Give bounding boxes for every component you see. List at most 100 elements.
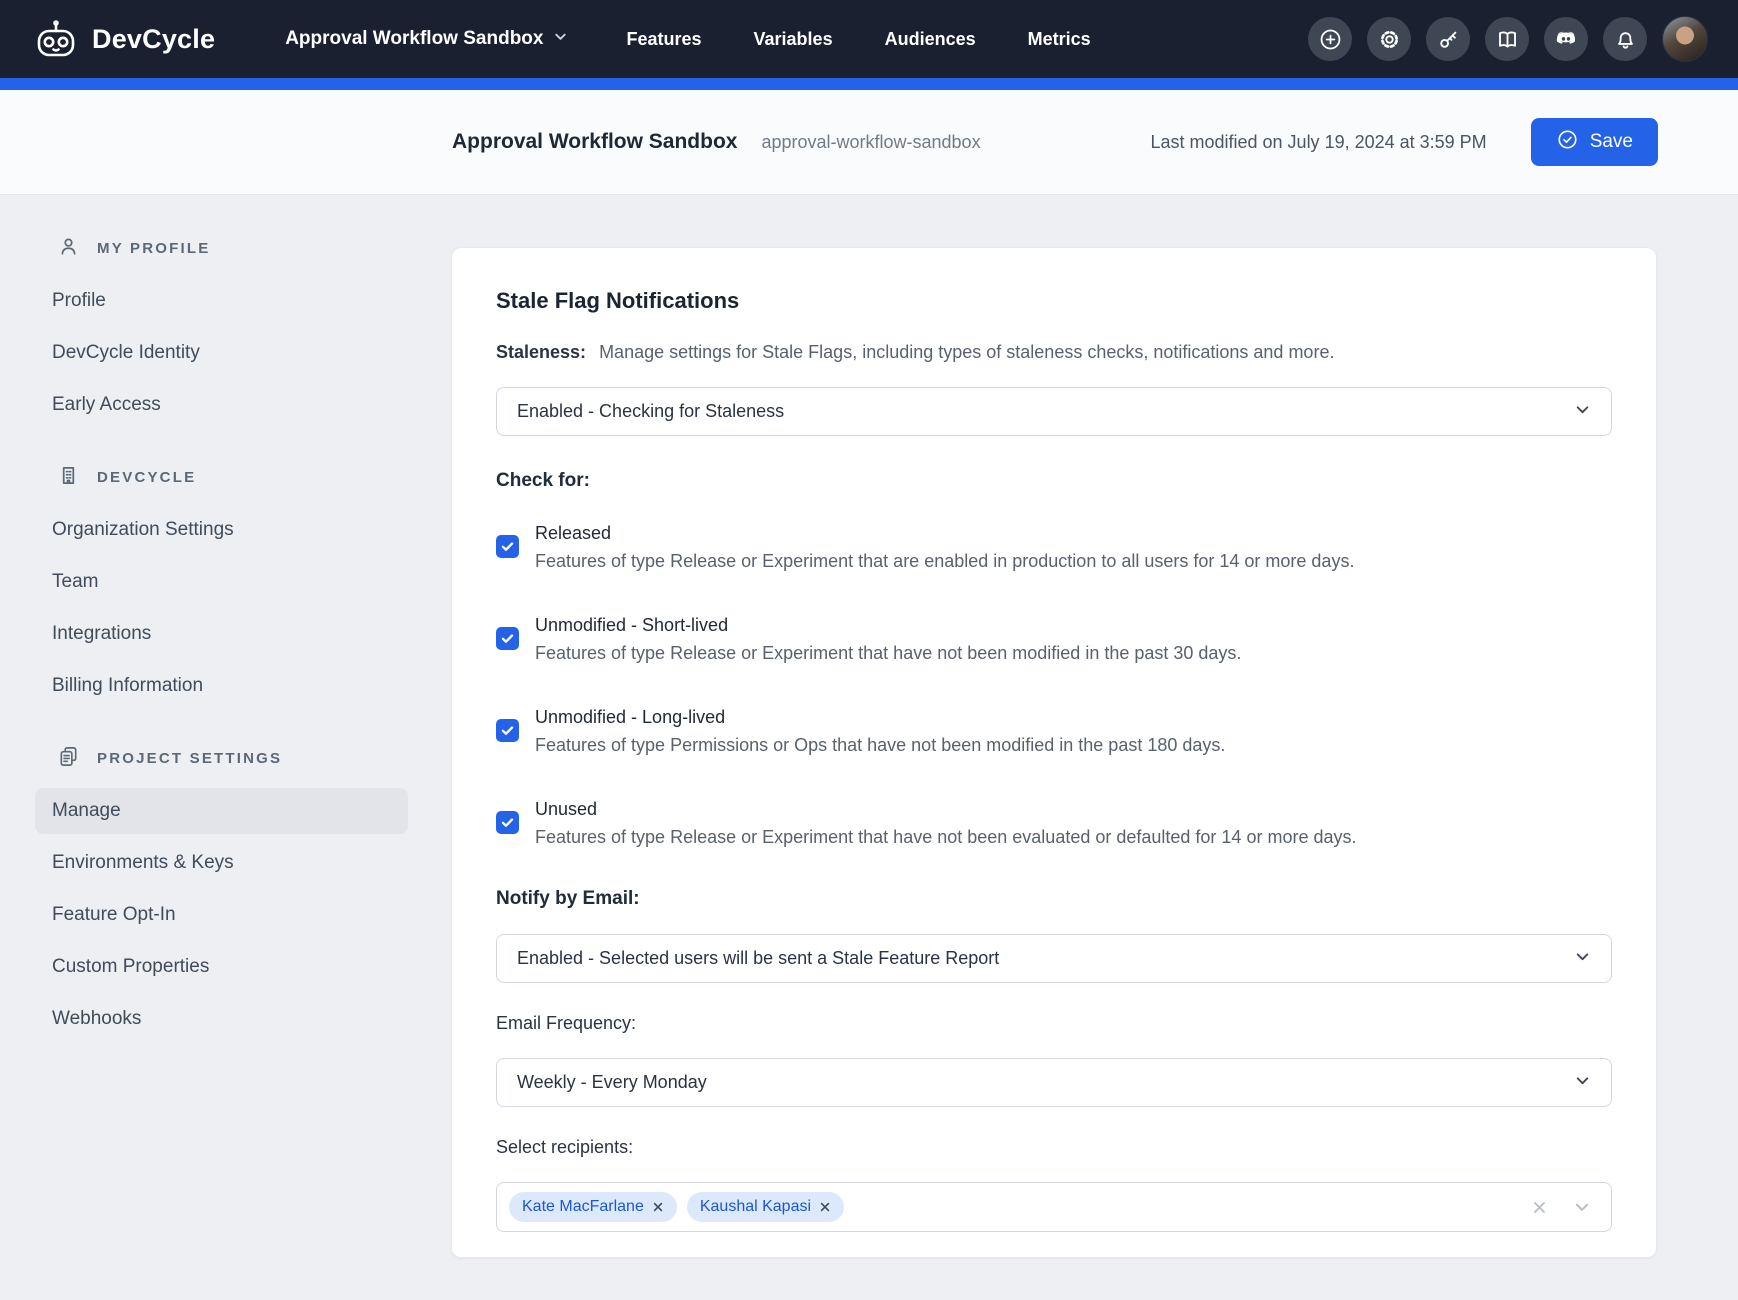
check-label: Unused bbox=[535, 796, 1357, 822]
notify-by-email-select[interactable]: Enabled - Selected users will be sent a … bbox=[496, 934, 1612, 983]
project-selector-dropdown[interactable]: Approval Workflow Sandbox bbox=[285, 28, 568, 50]
sidebar-item-organization-settings[interactable]: Organization Settings bbox=[35, 507, 408, 553]
sidebar-item-billing-information[interactable]: Billing Information bbox=[35, 663, 408, 709]
unused-checkbox[interactable] bbox=[496, 811, 519, 834]
gear-icon bbox=[1377, 27, 1402, 52]
person-icon bbox=[57, 235, 80, 262]
check-row-unmodified-long-lived: Unmodified - Long-lived Features of type… bbox=[496, 704, 1612, 758]
sidebar-section-header: MY PROFILE bbox=[35, 225, 408, 272]
devcycle-robot-logo-icon bbox=[33, 18, 79, 60]
nav-link-features[interactable]: Features bbox=[626, 29, 701, 50]
sidebar-section-my-profile: MY PROFILE Profile DevCycle Identity Ear… bbox=[35, 225, 408, 428]
check-row-unmodified-short-lived: Unmodified - Short-lived Features of typ… bbox=[496, 612, 1612, 666]
sidebar-section-devcycle: DEVCYCLE Organization Settings Team Inte… bbox=[35, 454, 408, 709]
section-label: DEVCYCLE bbox=[97, 469, 196, 486]
remove-recipient-icon[interactable] bbox=[819, 1201, 831, 1213]
key-icon bbox=[1436, 27, 1461, 52]
check-row-unused: Unused Features of type Release or Exper… bbox=[496, 796, 1612, 850]
staleness-select[interactable]: Enabled - Checking for Staleness bbox=[496, 387, 1612, 436]
check-label: Released bbox=[535, 520, 1354, 546]
save-button[interactable]: Save bbox=[1531, 118, 1658, 166]
check-label: Unmodified - Long-lived bbox=[535, 704, 1225, 730]
section-label: MY PROFILE bbox=[97, 240, 210, 257]
last-modified-text: Last modified on July 19, 2024 at 3:59 P… bbox=[1150, 132, 1486, 153]
section-label: PROJECT SETTINGS bbox=[97, 750, 282, 767]
chevron-down-icon bbox=[553, 28, 568, 50]
save-button-label: Save bbox=[1590, 131, 1633, 153]
remove-recipient-icon[interactable] bbox=[652, 1201, 664, 1213]
recipient-tags: Kate MacFarlane Kaushal Kapasi bbox=[509, 1192, 1532, 1222]
clear-all-icon[interactable] bbox=[1532, 1200, 1547, 1215]
card-title: Stale Flag Notifications bbox=[496, 288, 1612, 314]
devcycle-brand[interactable]: DevCycle bbox=[33, 18, 215, 60]
notify-select-value: Enabled - Selected users will be sent a … bbox=[517, 948, 999, 969]
chevron-down-icon bbox=[1574, 948, 1591, 970]
api-keys-button[interactable] bbox=[1426, 17, 1470, 61]
documentation-button[interactable] bbox=[1485, 17, 1529, 61]
email-frequency-select[interactable]: Weekly - Every Monday bbox=[496, 1058, 1612, 1107]
check-row-released: Released Features of type Release or Exp… bbox=[496, 520, 1612, 574]
recipient-name: Kaushal Kapasi bbox=[700, 1198, 811, 1216]
sidebar-section-header: PROJECT SETTINGS bbox=[35, 735, 408, 782]
released-checkbox[interactable] bbox=[496, 535, 519, 558]
building-icon bbox=[57, 464, 80, 491]
select-recipients-label: Select recipients: bbox=[496, 1137, 1612, 1158]
sidebar-item-profile[interactable]: Profile bbox=[35, 278, 408, 324]
recipient-tag: Kate MacFarlane bbox=[509, 1192, 677, 1222]
create-new-button[interactable] bbox=[1308, 17, 1352, 61]
bell-icon bbox=[1613, 27, 1638, 52]
recipient-tag: Kaushal Kapasi bbox=[687, 1192, 844, 1222]
sidebar-item-team[interactable]: Team bbox=[35, 559, 408, 605]
email-frequency-label: Email Frequency: bbox=[496, 1013, 1612, 1034]
check-description: Features of type Release or Experiment t… bbox=[535, 548, 1354, 574]
staleness-description: Staleness: Manage settings for Stale Fla… bbox=[496, 342, 1612, 363]
recipient-name: Kate MacFarlane bbox=[522, 1198, 644, 1216]
page-header: Approval Workflow Sandbox approval-workf… bbox=[0, 90, 1738, 195]
sidebar-item-custom-properties[interactable]: Custom Properties bbox=[35, 944, 408, 990]
sidebar-item-environments-keys[interactable]: Environments & Keys bbox=[35, 840, 408, 886]
primary-nav: Features Variables Audiences Metrics bbox=[626, 29, 1090, 50]
notify-by-email-label: Notify by Email: bbox=[496, 888, 1612, 910]
sidebar-section-project-settings: PROJECT SETTINGS Manage Environments & K… bbox=[35, 735, 408, 1042]
chevron-down-icon bbox=[1574, 1072, 1591, 1094]
staleness-desc-text: Manage settings for Stale Flags, includi… bbox=[599, 342, 1334, 362]
accent-bar bbox=[0, 78, 1738, 90]
page-slug: approval-workflow-sandbox bbox=[761, 132, 980, 153]
settings-sidebar: MY PROFILE Profile DevCycle Identity Ear… bbox=[35, 225, 408, 1068]
sidebar-item-devcycle-identity[interactable]: DevCycle Identity bbox=[35, 330, 408, 376]
chevron-down-icon[interactable] bbox=[1573, 1198, 1591, 1216]
plus-circle-icon bbox=[1318, 27, 1343, 52]
chevron-down-icon bbox=[1574, 401, 1591, 423]
stale-flag-notifications-card: Stale Flag Notifications Staleness: Mana… bbox=[451, 247, 1657, 1258]
sidebar-section-header: DEVCYCLE bbox=[35, 454, 408, 501]
multiselect-controls bbox=[1532, 1198, 1591, 1216]
notifications-button[interactable] bbox=[1603, 17, 1647, 61]
check-label: Unmodified - Short-lived bbox=[535, 612, 1241, 638]
nav-link-variables[interactable]: Variables bbox=[754, 29, 833, 50]
clipboard-icon bbox=[57, 745, 80, 772]
check-description: Features of type Release or Experiment t… bbox=[535, 824, 1357, 850]
recipients-multiselect[interactable]: Kate MacFarlane Kaushal Kapasi bbox=[496, 1182, 1612, 1232]
discord-button[interactable] bbox=[1544, 17, 1588, 61]
nav-actions bbox=[1308, 16, 1708, 62]
sidebar-item-webhooks[interactable]: Webhooks bbox=[35, 996, 408, 1042]
open-book-icon bbox=[1495, 27, 1520, 52]
check-for-label: Check for: bbox=[496, 470, 1612, 492]
page-title: Approval Workflow Sandbox bbox=[452, 130, 737, 154]
sidebar-item-feature-opt-in[interactable]: Feature Opt-In bbox=[35, 892, 408, 938]
check-circle-icon bbox=[1556, 128, 1579, 157]
staleness-checks-list: Released Features of type Release or Exp… bbox=[496, 520, 1612, 850]
sidebar-item-integrations[interactable]: Integrations bbox=[35, 611, 408, 657]
frequency-select-value: Weekly - Every Monday bbox=[517, 1072, 707, 1093]
settings-button[interactable] bbox=[1367, 17, 1411, 61]
sidebar-item-manage[interactable]: Manage bbox=[35, 788, 408, 834]
unmodified-long-lived-checkbox[interactable] bbox=[496, 719, 519, 742]
staleness-select-value: Enabled - Checking for Staleness bbox=[517, 401, 784, 422]
brand-name: DevCycle bbox=[92, 24, 215, 55]
project-selector-label: Approval Workflow Sandbox bbox=[285, 28, 543, 50]
nav-link-audiences[interactable]: Audiences bbox=[885, 29, 976, 50]
sidebar-item-early-access[interactable]: Early Access bbox=[35, 382, 408, 428]
nav-link-metrics[interactable]: Metrics bbox=[1028, 29, 1091, 50]
user-avatar[interactable] bbox=[1662, 16, 1708, 62]
unmodified-short-lived-checkbox[interactable] bbox=[496, 627, 519, 650]
